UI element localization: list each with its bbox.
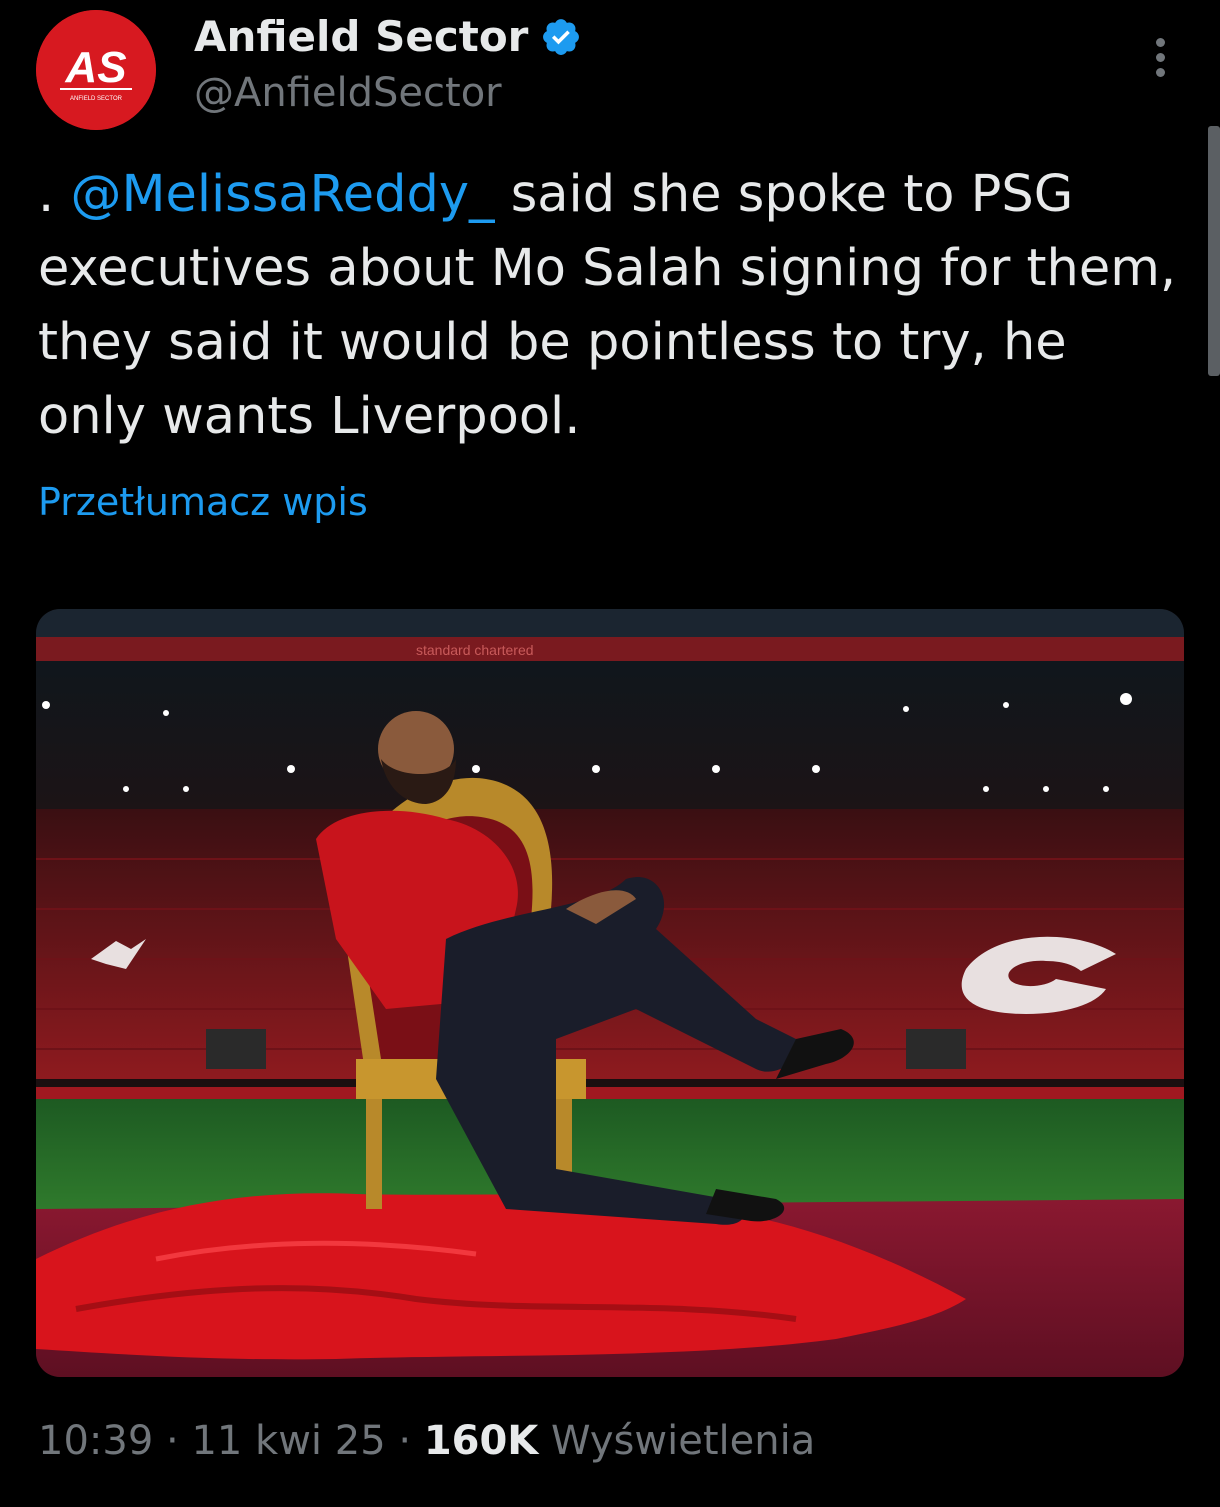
tweet-date[interactable]: 11 kwi 25	[191, 1418, 385, 1464]
views-count[interactable]: 160K	[424, 1418, 539, 1464]
stadium-photo-illustration: standard chartered	[36, 609, 1184, 1377]
stadium-sponsor-board: standard chartered	[416, 642, 534, 658]
mention-link[interactable]: @MelissaReddy_	[70, 165, 494, 224]
author-handle[interactable]: @AnfieldSector	[194, 70, 502, 116]
verified-badge-icon	[543, 19, 579, 55]
more-options-icon[interactable]	[1142, 32, 1178, 84]
avatar-monogram: AS	[64, 43, 126, 92]
tweet-time: 10:39	[38, 1418, 154, 1464]
tweet-text: . @MelissaReddy_ said she spoke to PSG e…	[38, 158, 1188, 454]
avatar-caption: ANFIELD SECTOR	[70, 96, 123, 102]
translate-post-link[interactable]: Przetłumacz wpis	[38, 480, 368, 524]
views-label[interactable]: Wyświetlenia	[551, 1418, 815, 1464]
tweet-text-prefix: .	[38, 165, 55, 224]
avatar[interactable]: AS ANFIELD SECTOR	[36, 10, 156, 130]
anfield-sector-logo: AS ANFIELD SECTOR	[36, 10, 156, 130]
meta-separator: ·	[166, 1418, 179, 1464]
author-name[interactable]: Anfield Sector	[194, 12, 528, 61]
tweet-photo[interactable]: standard chartered	[36, 609, 1184, 1377]
scrollbar[interactable]	[1208, 126, 1220, 376]
meta-separator: ·	[398, 1418, 412, 1464]
tweet-meta: 10:39 · 11 kwi 25 · 160K Wyświetlenia	[38, 1418, 815, 1464]
